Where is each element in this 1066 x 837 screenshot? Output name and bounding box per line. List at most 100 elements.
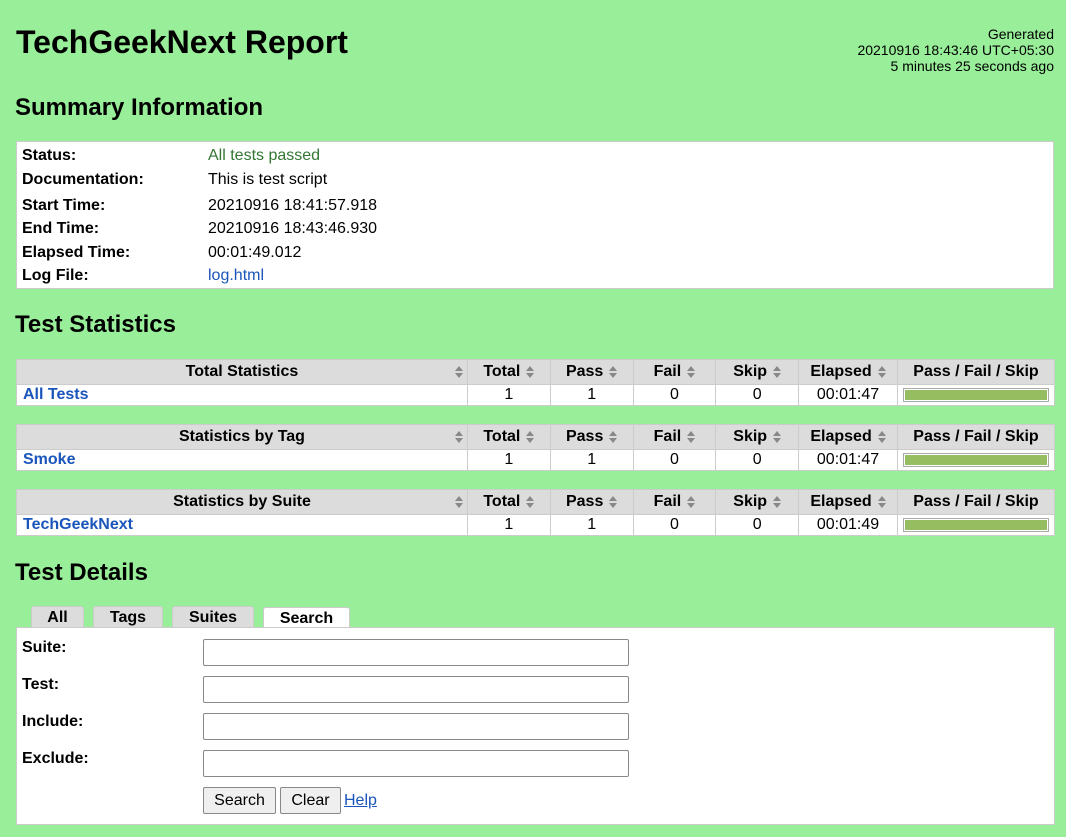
summary-table: Status: All tests passed Documentation: … [16,141,1054,289]
col-header-pass[interactable]: Pass [549,424,634,450]
sort-icon[interactable] [687,365,696,378]
exclude-label: Exclude: [22,750,89,767]
exclude-input[interactable] [203,750,629,777]
table-row: TechGeekNext 1 1 0 0 00:01:49 [16,514,1055,536]
generated-label: Generated [987,26,1054,42]
col-header-elapsed[interactable]: Elapsed [798,424,898,450]
summary-key: Status: [22,147,77,164]
suite-input[interactable] [203,639,629,666]
col-label: Elapsed [810,493,872,510]
col-header-skip[interactable]: Skip [715,359,800,385]
table-row: All Tests 1 1 0 0 00:01:47 [16,384,1055,406]
documentation-value: This is test script [208,171,328,188]
col-label: Total [483,428,521,445]
stat-name-link[interactable]: TechGeekNext [23,516,133,533]
search-panel: Suite: Test: Include: Exclude: Search Cl… [16,627,1055,825]
col-header-name[interactable]: Statistics by Tag [16,424,468,450]
sort-icon[interactable] [687,430,696,443]
col-label: Elapsed [810,428,872,445]
test-input[interactable] [203,676,629,703]
sort-icon[interactable] [877,365,886,378]
stat-skip: 0 [715,449,800,471]
col-label: Total [483,493,521,510]
summary-key: Elapsed Time: [22,244,131,261]
stat-graph [897,384,1055,406]
sort-icon[interactable] [877,495,886,508]
col-label: Fail [653,493,682,510]
col-label: Fail [653,428,682,445]
sort-icon[interactable] [609,365,618,378]
stat-name-cell: TechGeekNext [16,514,468,536]
col-header-elapsed[interactable]: Elapsed [798,489,898,515]
elapsed-value: 00:01:49.012 [208,244,302,261]
sort-icon[interactable] [609,430,618,443]
col-header-name[interactable]: Total Statistics [16,359,468,385]
col-header-pass[interactable]: Pass [549,489,634,515]
sort-icon[interactable] [609,495,618,508]
stat-fail: 0 [632,449,717,471]
suite-label: Suite: [22,639,67,656]
log-file-link[interactable]: log.html [208,267,264,285]
col-label: Pass / Fail / Skip [913,428,1039,445]
tab-all[interactable]: All [31,606,84,627]
table-title: Total Statistics [185,363,299,380]
col-header-fail[interactable]: Fail [632,489,717,515]
generated-info: Generated 20210916 18:43:46 UTC+05:30 5 … [857,26,1054,74]
col-header-graph: Pass / Fail / Skip [897,424,1055,450]
stat-graph [897,449,1055,471]
col-label: Pass / Fail / Skip [913,493,1039,510]
col-header-total[interactable]: Total [466,424,551,450]
col-header-fail[interactable]: Fail [632,359,717,385]
sort-icon[interactable] [454,431,463,443]
sort-icon[interactable] [773,495,782,508]
col-header-fail[interactable]: Fail [632,424,717,450]
col-header-graph: Pass / Fail / Skip [897,359,1055,385]
col-header-total[interactable]: Total [466,489,551,515]
col-label: Skip [733,428,768,445]
sort-icon[interactable] [526,495,535,508]
stat-fail: 0 [632,514,717,536]
stat-elapsed: 00:01:47 [798,384,898,406]
sort-icon[interactable] [454,496,463,508]
clear-button[interactable]: Clear [280,787,341,814]
tab-tags[interactable]: Tags [93,606,163,627]
stat-name-cell: All Tests [16,384,468,406]
search-button[interactable]: Search [203,787,276,814]
col-label: Pass / Fail / Skip [913,363,1039,380]
stat-fail: 0 [632,384,717,406]
col-label: Pass [565,428,604,445]
help-link[interactable]: Help [344,792,377,810]
sort-icon[interactable] [877,430,886,443]
start-time-value: 20210916 18:41:57.918 [208,197,378,214]
tab-suites[interactable]: Suites [172,606,254,627]
col-header-elapsed[interactable]: Elapsed [798,359,898,385]
stat-skip: 0 [715,514,800,536]
col-header-total[interactable]: Total [466,359,551,385]
stat-name-link[interactable]: Smoke [23,451,75,468]
stat-skip: 0 [715,384,800,406]
stat-elapsed: 00:01:49 [798,514,898,536]
suite-statistics-table: Statistics by Suite Total Pass Fail Skip… [16,489,1055,536]
sort-icon[interactable] [687,495,696,508]
col-header-skip[interactable]: Skip [715,424,800,450]
stat-elapsed: 00:01:47 [798,449,898,471]
pass-bar [903,453,1049,467]
col-header-skip[interactable]: Skip [715,489,800,515]
col-label: Skip [733,493,768,510]
sort-icon[interactable] [526,365,535,378]
col-header-name[interactable]: Statistics by Suite [16,489,468,515]
col-label: Total [483,363,521,380]
summary-key: End Time: [22,220,100,237]
include-input[interactable] [203,713,629,740]
sort-icon[interactable] [454,366,463,378]
table-title: Statistics by Suite [173,493,311,510]
sort-icon[interactable] [773,430,782,443]
stat-name-link[interactable]: All Tests [23,386,89,403]
col-header-pass[interactable]: Pass [549,359,634,385]
sort-icon[interactable] [773,365,782,378]
stat-pass: 1 [549,449,634,471]
stat-total: 1 [466,384,551,406]
tab-search[interactable]: Search [263,607,350,629]
col-header-graph: Pass / Fail / Skip [897,489,1055,515]
sort-icon[interactable] [526,430,535,443]
